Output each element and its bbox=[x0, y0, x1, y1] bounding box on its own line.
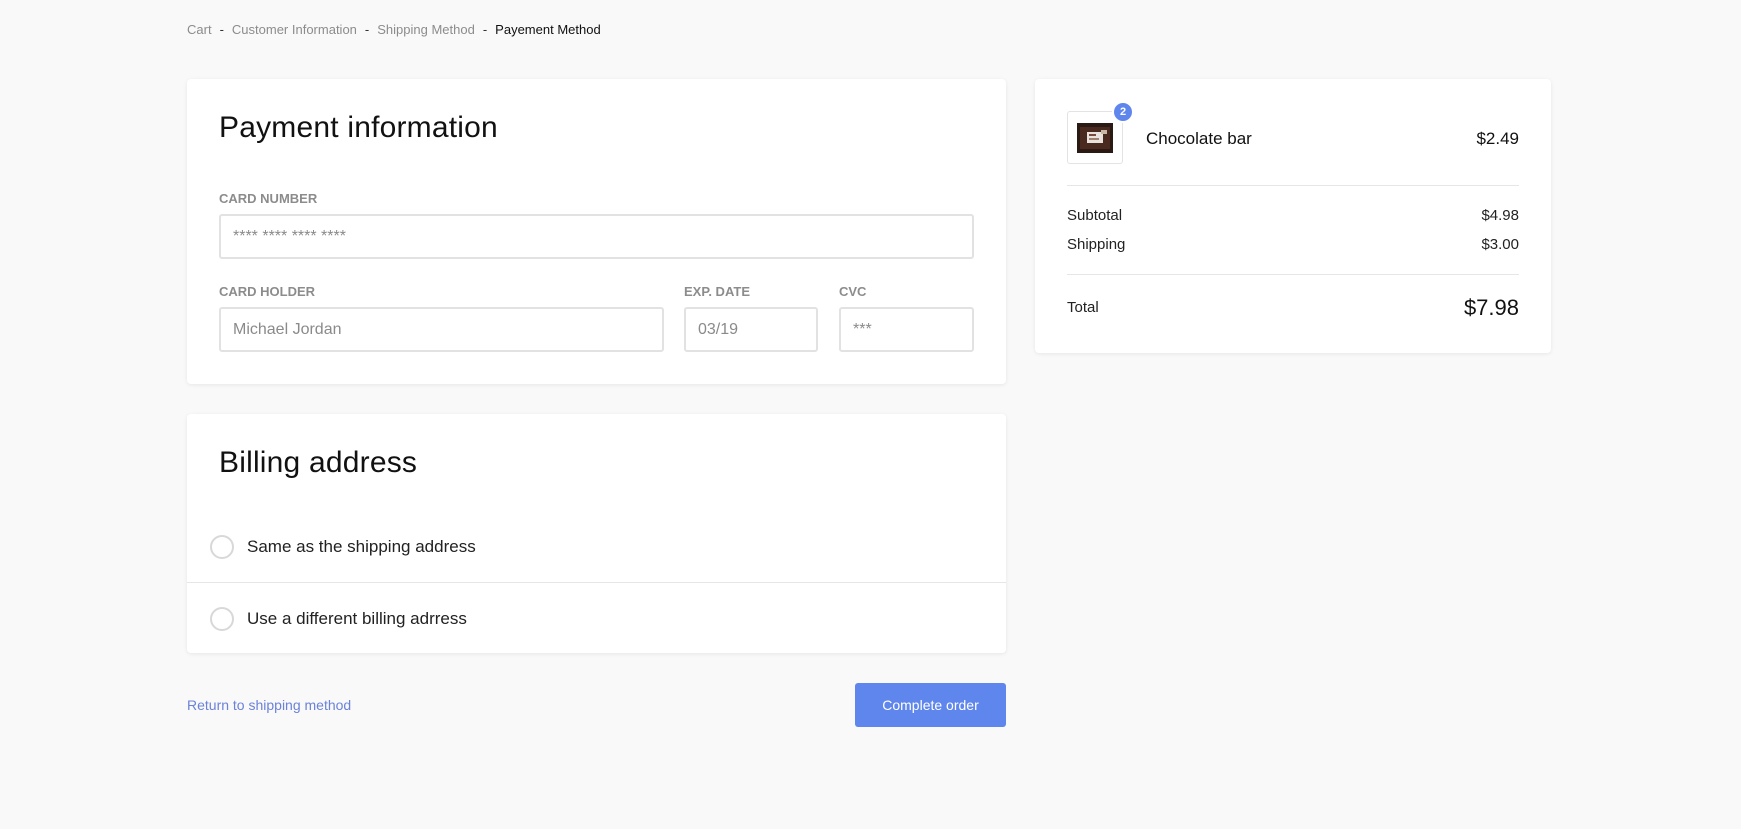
exp-date-label: EXP. DATE bbox=[684, 284, 750, 299]
card-number-label: CARD NUMBER bbox=[219, 191, 318, 206]
billing-option-different-address[interactable]: Use a different billing adrress bbox=[187, 583, 1006, 654]
product-price: $2.49 bbox=[1476, 129, 1519, 148]
payment-information-card: Payment information CARD NUMBER CARD HOL… bbox=[187, 79, 1006, 384]
radio-button[interactable] bbox=[210, 606, 234, 631]
shipping-label: Shipping bbox=[1067, 236, 1126, 253]
divider bbox=[1067, 185, 1519, 186]
breadcrumb-separator: - bbox=[482, 22, 488, 37]
product-name: Chocolate bar bbox=[1146, 129, 1252, 148]
billing-address-title: Billing address bbox=[219, 446, 418, 479]
payment-information-title: Payment information bbox=[219, 111, 498, 144]
chocolate-bar-image bbox=[1077, 122, 1113, 153]
total-value: $7.98 bbox=[1463, 295, 1519, 320]
billing-address-card: Billing address Same as the shipping add… bbox=[187, 414, 1006, 653]
return-to-shipping-link[interactable]: Return to shipping method bbox=[187, 697, 351, 713]
exp-date-input[interactable] bbox=[684, 307, 818, 352]
order-summary-card: 2 Chocolate bar $2.49 Subtotal $4.98 Shi… bbox=[1035, 79, 1551, 353]
cvc-input[interactable] bbox=[839, 307, 974, 352]
card-number-input[interactable] bbox=[219, 214, 974, 259]
billing-option-same-as-shipping[interactable]: Same as the shipping address bbox=[187, 511, 1006, 582]
card-holder-input[interactable] bbox=[219, 307, 664, 352]
cvc-label: CVC bbox=[839, 284, 867, 299]
billing-option-label: Same as the shipping address bbox=[247, 536, 476, 556]
breadcrumb-separator: - bbox=[219, 22, 224, 37]
breadcrumb-cart[interactable]: Cart bbox=[187, 22, 212, 37]
card-holder-label: CARD HOLDER bbox=[219, 284, 316, 299]
breadcrumb-payment-method: Payement Method bbox=[495, 22, 601, 37]
subtotal-label: Subtotal bbox=[1067, 207, 1123, 224]
divider bbox=[1067, 274, 1519, 275]
radio-button[interactable] bbox=[210, 534, 234, 559]
breadcrumb: Cart - Customer Information - Shipping M… bbox=[187, 22, 601, 37]
shipping-value: $3.00 bbox=[1481, 236, 1519, 253]
billing-option-label: Use a different billing adrress bbox=[247, 608, 467, 628]
quantity-badge: 2 bbox=[1112, 101, 1134, 123]
breadcrumb-customer-information[interactable]: Customer Information bbox=[232, 22, 357, 37]
breadcrumb-separator: - bbox=[364, 22, 370, 37]
complete-order-button[interactable]: Complete order bbox=[855, 683, 1006, 727]
total-label: Total bbox=[1067, 299, 1099, 316]
subtotal-value: $4.98 bbox=[1481, 207, 1519, 224]
breadcrumb-shipping-method[interactable]: Shipping Method bbox=[377, 22, 475, 37]
